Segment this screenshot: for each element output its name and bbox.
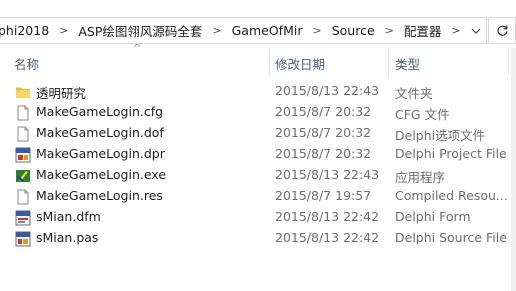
list-item[interactable]: 透明研究 2015/8/13 22:43 文件夹 <box>0 81 511 102</box>
column-divider[interactable] <box>388 48 389 76</box>
breadcrumb-phi2018[interactable]: phi2018 <box>0 23 51 38</box>
file-name: sMian.dfm <box>36 209 101 224</box>
file-list: 透明研究 2015/8/13 22:43 文件夹 MakeGameLogin.c… <box>0 81 511 249</box>
chevron-down-icon <box>471 28 481 34</box>
list-item[interactable]: MakeGameLogin.res 2015/8/7 19:57 Compile… <box>0 186 511 207</box>
file-date: 2015/8/7 20:32 <box>275 125 372 140</box>
delphi-project-icon <box>15 147 31 163</box>
delphi-form-icon <box>15 210 31 226</box>
breadcrumb-source[interactable]: Source <box>330 23 377 38</box>
breadcrumb-separator-icon[interactable]: > <box>51 24 76 37</box>
vertical-scrollbar[interactable] <box>511 48 516 291</box>
file-type: 文件夹 <box>395 86 433 101</box>
list-item[interactable]: MakeGameLogin.dpr 2015/8/7 20:32 Delphi … <box>0 144 511 165</box>
column-header-type[interactable]: 类型 <box>395 52 420 74</box>
column-header-date[interactable]: 修改日期 <box>275 52 325 74</box>
breadcrumb-asp[interactable]: ASP绘图翎风源码全套 <box>76 21 204 40</box>
address-history-dropdown[interactable] <box>465 18 486 43</box>
refresh-button[interactable] <box>488 17 516 44</box>
file-type: Delphi Source File <box>395 230 507 245</box>
list-item[interactable]: sMian.dfm 2015/8/13 22:42 Delphi Form <box>0 207 511 228</box>
file-type: Compiled Resou... <box>395 188 507 203</box>
file-date: 2015/8/13 22:43 <box>275 167 380 182</box>
file-name: MakeGameLogin.cfg <box>36 104 164 119</box>
file-name: MakeGameLogin.res <box>36 188 163 203</box>
file-name: sMian.pas <box>36 230 99 245</box>
address-bar[interactable]: phi2018 > ASP绘图翎风源码全套 > GameOfMir > Sour… <box>0 17 487 44</box>
exe-icon <box>16 170 30 182</box>
breadcrumb-config[interactable]: 配置器 <box>402 21 444 40</box>
list-item[interactable]: MakeGameLogin.cfg 2015/8/7 20:32 CFG 文件 <box>0 102 511 123</box>
file-date: 2015/8/13 22:43 <box>275 83 380 98</box>
file-icon <box>17 126 29 142</box>
column-divider[interactable] <box>508 48 509 76</box>
file-date: 2015/8/13 22:42 <box>275 209 380 224</box>
file-icon <box>17 105 29 121</box>
file-name: MakeGameLogin.dpr <box>36 146 165 161</box>
file-date: 2015/8/7 20:32 <box>275 104 372 119</box>
file-icon <box>17 189 29 205</box>
delphi-source-icon <box>15 231 31 247</box>
file-type: CFG 文件 <box>395 107 450 122</box>
breadcrumb-gameofmir[interactable]: GameOfMir <box>230 23 305 38</box>
file-name: 透明研究 <box>36 86 87 101</box>
column-divider[interactable] <box>269 48 270 76</box>
list-item[interactable]: sMian.pas 2015/8/13 22:42 Delphi Source … <box>0 228 511 249</box>
file-name: MakeGameLogin.exe <box>36 167 167 182</box>
folder-icon <box>16 87 30 98</box>
breadcrumb-separator-icon[interactable]: > <box>304 24 329 37</box>
list-item[interactable]: MakeGameLogin.exe 2015/8/13 22:43 应用程序 <box>0 165 511 186</box>
column-header-name[interactable]: 名称 <box>14 52 39 74</box>
file-type: Delphi Project File <box>395 146 507 161</box>
file-date: 2015/8/13 22:42 <box>275 230 380 245</box>
file-type: 应用程序 <box>395 170 446 185</box>
file-type: Delphi选项文件 <box>395 128 486 143</box>
file-type: Delphi Form <box>395 209 471 224</box>
file-date: 2015/8/7 20:32 <box>275 146 372 161</box>
file-date: 2015/8/7 19:57 <box>275 188 372 203</box>
sort-ascending-icon: ^ <box>133 43 142 54</box>
refresh-icon <box>496 25 508 36</box>
breadcrumb-separator-icon[interactable]: > <box>377 24 402 37</box>
file-name: MakeGameLogin.dof <box>36 125 164 140</box>
list-item[interactable]: MakeGameLogin.dof 2015/8/7 20:32 Delphi选… <box>0 123 511 144</box>
breadcrumb-separator-icon[interactable]: > <box>204 24 229 37</box>
